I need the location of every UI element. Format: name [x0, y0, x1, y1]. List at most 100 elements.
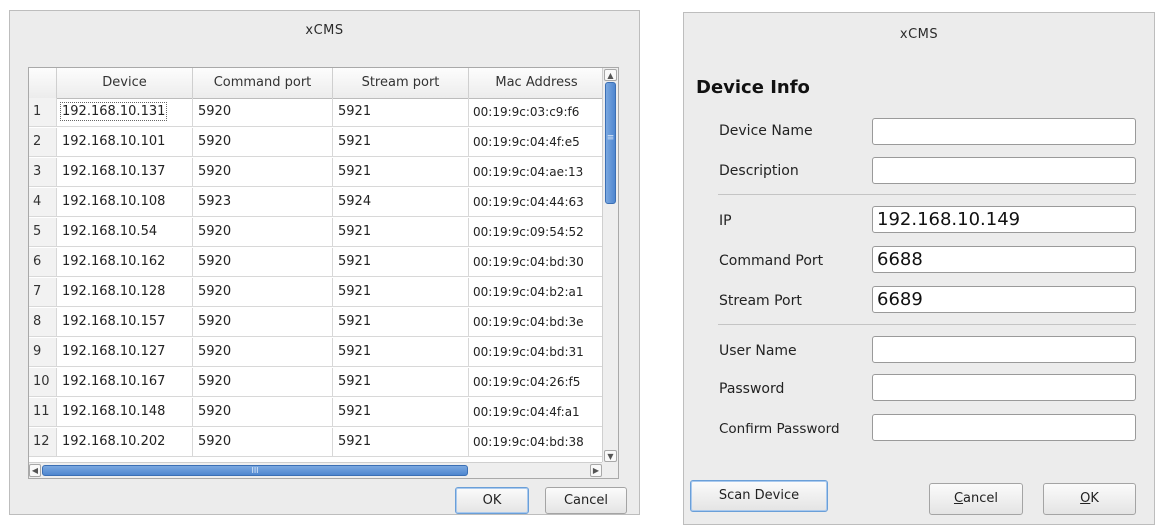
device-cell[interactable]: 192.168.10.54	[57, 218, 193, 246]
table-row[interactable]: 7 192.168.10.128 5920 5921 00:19:9c:04:b2:a1	[29, 278, 602, 307]
command-port-cell[interactable]: 5920	[193, 398, 333, 426]
column-header-stream-port[interactable]: Stream port	[333, 68, 469, 98]
mac-address-cell[interactable]: 00:19:9c:04:4f:a1	[469, 398, 602, 426]
confirm-password-field[interactable]	[872, 414, 1136, 441]
command-port-field[interactable]	[872, 246, 1136, 273]
user-name-field[interactable]	[872, 336, 1136, 363]
cell-text: 5920	[198, 284, 232, 299]
mac-address-cell[interactable]: 00:19:9c:04:ae:13	[469, 158, 602, 186]
mac-address-cell[interactable]: 00:19:9c:04:bd:3e	[469, 308, 602, 336]
separator	[718, 194, 1136, 195]
stream-port-cell[interactable]: 5921	[333, 98, 469, 126]
stream-port-field[interactable]	[872, 286, 1136, 313]
device-cell[interactable]: 192.168.10.157	[57, 308, 193, 336]
ok-button[interactable]: OK	[1043, 483, 1136, 515]
stream-port-cell[interactable]: 5921	[333, 248, 469, 276]
cell-text: 9	[33, 344, 42, 359]
row-number: 11	[29, 398, 57, 426]
ok-button[interactable]: OK	[455, 487, 529, 514]
cell-text: 5921	[338, 134, 372, 149]
cancel-button[interactable]: Cancel	[929, 483, 1023, 515]
stream-port-cell[interactable]: 5921	[333, 128, 469, 156]
password-label: Password	[719, 381, 785, 397]
mac-address-cell[interactable]: 00:19:9c:04:44:63	[469, 188, 602, 216]
table-row[interactable]: 5 192.168.10.54 5920 5921 00:19:9c:09:54:52	[29, 218, 602, 247]
cell-text: 00:19:9c:04:bd:30	[473, 255, 584, 269]
command-port-cell[interactable]: 5920	[193, 218, 333, 246]
mac-address-cell[interactable]: 00:19:9c:09:54:52	[469, 218, 602, 246]
vertical-scroll-thumb[interactable]: ≡	[605, 82, 616, 204]
device-cell[interactable]: 192.168.10.167	[57, 368, 193, 396]
table-row[interactable]: 9 192.168.10.127 5920 5921 00:19:9c:04:bd:31	[29, 338, 602, 367]
stream-port-cell[interactable]: 5921	[333, 308, 469, 336]
mac-address-cell[interactable]: 00:19:9c:04:26:f5	[469, 368, 602, 396]
row-number: 6	[29, 248, 57, 276]
device-cell[interactable]: 192.168.10.127	[57, 338, 193, 366]
cell-text: 192.168.10.54	[62, 224, 158, 239]
mac-address-cell[interactable]: 00:19:9c:04:bd:31	[469, 338, 602, 366]
stream-port-cell[interactable]: 5921	[333, 338, 469, 366]
table-row[interactable]: 2 192.168.10.101 5920 5921 00:19:9c:04:4f:e5	[29, 128, 602, 157]
command-port-cell[interactable]: 5920	[193, 158, 333, 186]
command-port-cell[interactable]: 5920	[193, 278, 333, 306]
device-name-label: Device Name	[719, 123, 813, 139]
command-port-cell[interactable]: 5920	[193, 98, 333, 126]
scroll-left-button[interactable]: ◀	[29, 464, 41, 477]
stream-port-cell[interactable]: 5924	[333, 188, 469, 216]
table-row[interactable]: 10 192.168.10.167 5920 5921 00:19:9c:04:26:f…	[29, 368, 602, 397]
ip-field[interactable]	[872, 206, 1136, 233]
device-cell[interactable]: 192.168.10.202	[57, 428, 193, 456]
stream-port-cell[interactable]: 5921	[333, 428, 469, 456]
cell-text: 00:19:9c:03:c9:f6	[473, 105, 580, 119]
stream-port-cell[interactable]: 5921	[333, 368, 469, 396]
table-row[interactable]: 4 192.168.10.108 5923 5924 00:19:9c:04:44:63	[29, 188, 602, 217]
table-row[interactable]: 12 192.168.10.202 5920 5921 00:19:9c:04:bd:3…	[29, 428, 602, 457]
device-cell[interactable]: 192.168.10.108	[57, 188, 193, 216]
mac-address-cell[interactable]: 00:19:9c:04:4f:e5	[469, 128, 602, 156]
table-row[interactable]: 8 192.168.10.157 5920 5921 00:19:9c:04:bd:3e	[29, 308, 602, 337]
command-port-cell[interactable]: 5920	[193, 338, 333, 366]
column-header-mac-address[interactable]: Mac Address	[469, 68, 604, 98]
command-port-cell[interactable]: 5920	[193, 308, 333, 336]
password-field[interactable]	[872, 374, 1136, 401]
scroll-right-button[interactable]: ▶	[590, 464, 602, 477]
vertical-scrollbar[interactable]: ▲ ≡ ▼	[602, 68, 618, 464]
description-label: Description	[719, 163, 799, 179]
device-cell[interactable]: 192.168.10.131	[57, 98, 193, 126]
device-name-field[interactable]	[872, 118, 1136, 145]
mac-address-cell[interactable]: 00:19:9c:03:c9:f6	[469, 98, 602, 126]
table-row[interactable]: 11 192.168.10.148 5920 5921 00:19:9c:04:4f:a…	[29, 398, 602, 427]
stream-port-label: Stream Port	[719, 293, 802, 309]
device-cell[interactable]: 192.168.10.101	[57, 128, 193, 156]
scroll-up-button[interactable]: ▲	[604, 69, 617, 81]
command-port-cell[interactable]: 5920	[193, 128, 333, 156]
column-header-command-port[interactable]: Command port	[193, 68, 333, 98]
stream-port-cell[interactable]: 5921	[333, 398, 469, 426]
horizontal-scroll-thumb[interactable]: III	[42, 465, 468, 476]
device-cell[interactable]: 192.168.10.148	[57, 398, 193, 426]
row-number: 8	[29, 308, 57, 336]
cell-text: 5920	[198, 374, 232, 389]
mac-address-cell[interactable]: 00:19:9c:04:bd:30	[469, 248, 602, 276]
stream-port-cell[interactable]: 5921	[333, 218, 469, 246]
table-row[interactable]: 3 192.168.10.137 5920 5921 00:19:9c:04:ae:13	[29, 158, 602, 187]
column-header-device[interactable]: Device	[57, 68, 193, 98]
mac-address-cell[interactable]: 00:19:9c:04:bd:38	[469, 428, 602, 456]
command-port-cell[interactable]: 5920	[193, 248, 333, 276]
scan-device-button[interactable]: Scan Device	[690, 480, 828, 512]
device-cell[interactable]: 192.168.10.137	[57, 158, 193, 186]
table-row[interactable]: 6 192.168.10.162 5920 5921 00:19:9c:04:bd:30	[29, 248, 602, 277]
scroll-down-button[interactable]: ▼	[604, 450, 617, 462]
device-cell[interactable]: 192.168.10.128	[57, 278, 193, 306]
table-row[interactable]: 1 192.168.10.131 5920 5921 00:19:9c:03:c9:f6	[29, 98, 602, 127]
stream-port-cell[interactable]: 5921	[333, 158, 469, 186]
command-port-cell[interactable]: 5920	[193, 428, 333, 456]
command-port-cell[interactable]: 5920	[193, 368, 333, 396]
cancel-button[interactable]: Cancel	[545, 487, 627, 514]
command-port-cell[interactable]: 5923	[193, 188, 333, 216]
mac-address-cell[interactable]: 00:19:9c:04:b2:a1	[469, 278, 602, 306]
description-field[interactable]	[872, 157, 1136, 184]
device-cell[interactable]: 192.168.10.162	[57, 248, 193, 276]
stream-port-cell[interactable]: 5921	[333, 278, 469, 306]
horizontal-scrollbar[interactable]: ◀ III ▶	[29, 462, 602, 478]
